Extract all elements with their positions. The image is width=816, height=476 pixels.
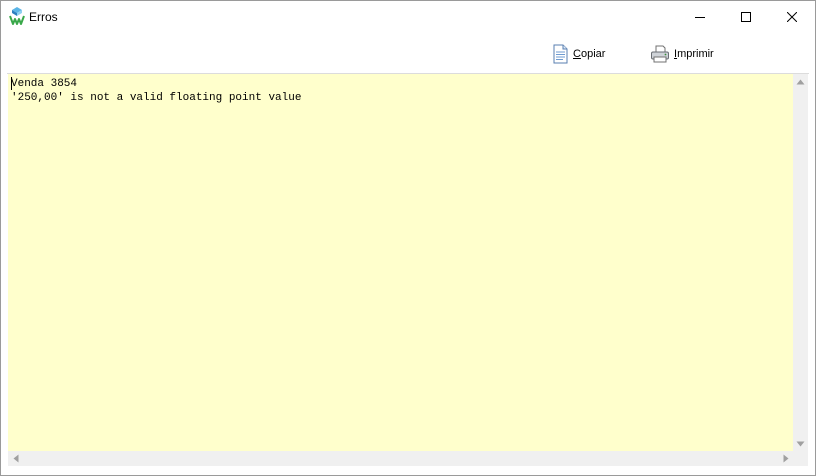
scroll-left-button[interactable] bbox=[8, 451, 23, 466]
scroll-down-button[interactable] bbox=[793, 436, 808, 451]
horizontal-scrollbar[interactable] bbox=[8, 451, 793, 466]
print-button[interactable]: Imprimir bbox=[650, 43, 714, 65]
vertical-scrollbar[interactable] bbox=[793, 74, 808, 451]
scroll-right-button[interactable] bbox=[778, 451, 793, 466]
minimize-button[interactable] bbox=[677, 1, 723, 33]
maximize-button[interactable] bbox=[723, 1, 769, 33]
minimize-icon bbox=[695, 17, 705, 18]
toolbar: Copiar Imprimir bbox=[7, 33, 809, 74]
arrow-left-icon bbox=[13, 454, 18, 463]
memo-line: '250,00' is not a valid floating point v… bbox=[11, 92, 302, 104]
close-button[interactable] bbox=[769, 1, 815, 33]
printer-icon bbox=[651, 45, 669, 63]
text-caret bbox=[11, 77, 12, 90]
app-logo-icon bbox=[9, 7, 25, 25]
arrow-down-icon bbox=[796, 441, 805, 446]
memo-line: Venda 3854 bbox=[11, 78, 78, 90]
close-icon bbox=[787, 12, 797, 22]
window-title: Erros bbox=[29, 10, 58, 24]
scroll-up-button[interactable] bbox=[793, 74, 808, 89]
memo-text: Venda 3854 '250,00' is not a valid floati… bbox=[11, 77, 301, 105]
print-label: Imprimir bbox=[674, 48, 714, 60]
copy-label: Copiar bbox=[573, 48, 606, 60]
document-copy-icon bbox=[553, 44, 568, 64]
arrow-right-icon bbox=[783, 454, 788, 463]
arrow-up-icon bbox=[796, 79, 805, 84]
title-bar[interactable]: Erros bbox=[1, 1, 815, 33]
error-window: Erros Copiar Imprimir Venda 3854 '250,00… bbox=[0, 0, 816, 476]
copy-button[interactable]: Copiar bbox=[551, 43, 605, 65]
maximize-icon bbox=[741, 12, 751, 22]
scrollbar-corner bbox=[793, 451, 808, 466]
error-memo[interactable]: Venda 3854 '250,00' is not a valid floati… bbox=[8, 74, 793, 451]
